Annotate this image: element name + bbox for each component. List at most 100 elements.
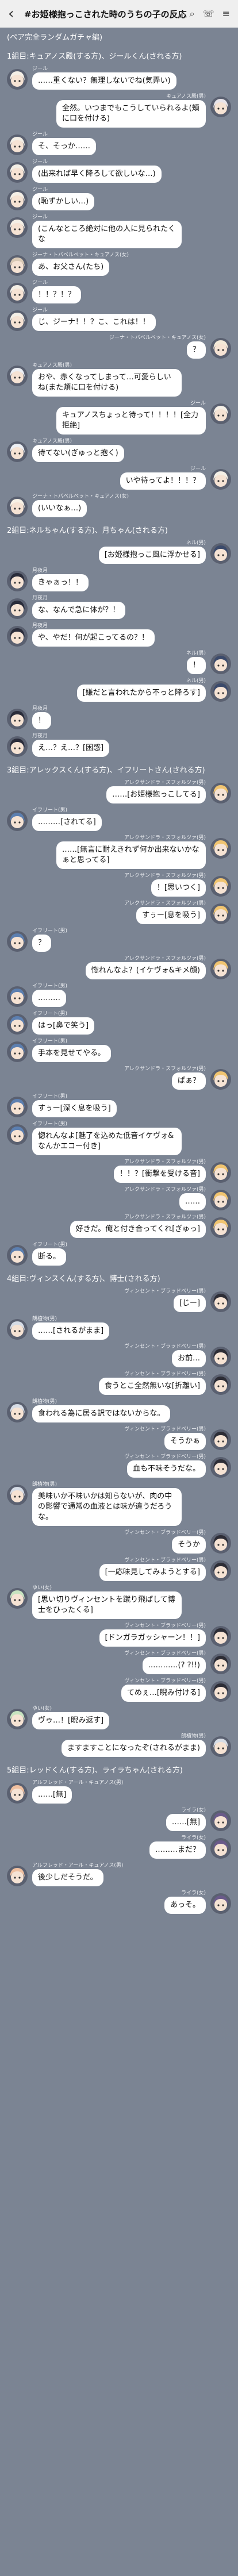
avatar[interactable] <box>210 838 231 859</box>
message-bubble[interactable]: ……重くない？無理しないでね(気弄い) <box>32 72 176 90</box>
message-bubble[interactable]: …………(? ?!!) <box>142 1657 206 1674</box>
message-bubble[interactable]: (こんなところ絶対に他の人に見られたくな <box>32 221 182 248</box>
message-bubble[interactable]: すぅー[息を吸う] <box>136 907 206 924</box>
avatar[interactable] <box>210 1533 231 1554</box>
message-bubble[interactable]: 血も不味そうだな。 <box>126 1460 206 1478</box>
avatar[interactable] <box>7 310 28 331</box>
message-bubble[interactable]: あ、お父さん(たち) <box>32 259 110 276</box>
message-bubble[interactable]: や、やだ！何が起こってるの？！ <box>32 629 155 647</box>
avatar[interactable] <box>210 1291 231 1312</box>
message-bubble[interactable]: [嫌だと言われたから不っと降ろす] <box>76 685 206 702</box>
chat-log[interactable]: (ペア完全ランダムガチャ編) 1組目:キュアノス殿(する方)、ジールくん(される方… <box>0 28 238 2576</box>
phone-icon[interactable]: ☏ <box>203 8 214 20</box>
avatar[interactable] <box>7 736 28 757</box>
avatar[interactable] <box>7 255 28 276</box>
message-bubble[interactable]: な、なんで急に体が？！ <box>32 602 126 619</box>
avatar[interactable] <box>7 441 28 462</box>
avatar[interactable] <box>7 1124 28 1145</box>
message-bubble[interactable]: いや待ってよ！！！？ <box>120 472 206 490</box>
message-bubble[interactable]: じ、ジーナ！！？こ、これは！！ <box>32 314 156 331</box>
message-bubble[interactable]: ……[お姫様抱っこしてる] <box>106 786 206 803</box>
avatar[interactable] <box>210 1838 231 1859</box>
avatar[interactable] <box>7 190 28 210</box>
message-bubble[interactable]: おや、赤くなってしまって…可愛らしいね(また頬に口を付ける) <box>32 369 182 397</box>
avatar[interactable] <box>210 959 231 979</box>
message-bubble[interactable]: ！[思いつく] <box>151 879 206 897</box>
message-bubble[interactable]: 手本を見せてやる。 <box>32 1045 112 1062</box>
avatar[interactable] <box>210 1681 231 1702</box>
menu-icon[interactable]: ≡ <box>222 8 230 20</box>
avatar[interactable] <box>210 1429 231 1450</box>
message-bubble[interactable]: 後少しだそうだ。 <box>32 1869 103 1886</box>
avatar[interactable] <box>210 1374 231 1395</box>
message-bubble[interactable]: 好きだ。俺と付き合ってくれ[ぎゅっ] <box>70 1221 206 1238</box>
avatar[interactable] <box>7 497 28 517</box>
avatar[interactable] <box>7 1245 28 1266</box>
avatar[interactable] <box>7 134 28 155</box>
message-bubble[interactable]: (出来れば早く降ろして欲しいな…) <box>32 166 162 183</box>
avatar[interactable] <box>210 403 231 424</box>
avatar[interactable] <box>7 810 28 831</box>
message-bubble[interactable]: (恥ずかしい…) <box>32 193 95 210</box>
avatar[interactable] <box>210 1560 231 1581</box>
avatar[interactable] <box>7 1014 28 1035</box>
avatar[interactable] <box>210 1654 231 1674</box>
avatar[interactable] <box>210 1162 231 1183</box>
avatar[interactable] <box>7 1402 28 1422</box>
message-bubble[interactable]: ？ <box>186 341 206 359</box>
message-bubble[interactable]: そうか <box>171 1536 206 1554</box>
message-bubble[interactable]: ますますことになったぞ(されるがまま) <box>61 1740 206 1757</box>
avatar[interactable] <box>7 709 28 729</box>
message-bubble[interactable]: そ、そっか…… <box>32 138 97 155</box>
avatar[interactable] <box>7 1041 28 1062</box>
message-bubble[interactable]: …… <box>179 1193 206 1210</box>
avatar[interactable] <box>7 1783 28 1804</box>
avatar[interactable] <box>210 1069 231 1090</box>
message-bubble[interactable]: [お姫様抱っこ風に浮かせる] <box>98 547 206 564</box>
message-bubble[interactable]: はっ[鼻で笑う] <box>32 1017 95 1035</box>
search-icon[interactable]: ⌕ <box>190 8 195 20</box>
message-bubble[interactable]: 待てない(ぎゅっと抱く) <box>32 445 124 462</box>
message-bubble[interactable]: ！！？！？ <box>32 286 82 303</box>
avatar[interactable] <box>7 1588 28 1609</box>
avatar[interactable] <box>210 1217 231 1238</box>
message-bubble[interactable]: ！ <box>186 657 206 674</box>
message-bubble[interactable]: そうかぁ <box>164 1433 206 1450</box>
message-bubble[interactable]: [ドンガラガッシャーン！！] <box>99 1629 206 1647</box>
message-bubble[interactable]: てめぇ…[睨み付ける] <box>121 1685 206 1702</box>
message-bubble[interactable]: キュアノスちょっと待って！！！！[全力拒絶] <box>56 407 206 435</box>
avatar[interactable] <box>7 626 28 647</box>
message-bubble[interactable]: 惚れんなよ？(イケヴォ&キメ顔) <box>85 962 206 979</box>
message-bubble[interactable]: ……[されるがまま] <box>32 1322 110 1340</box>
avatar[interactable] <box>7 598 28 619</box>
avatar[interactable] <box>7 162 28 183</box>
message-bubble[interactable]: ………[されてる] <box>32 814 102 831</box>
message-bubble[interactable]: ！！？[衝撃を受ける音] <box>113 1166 206 1183</box>
avatar[interactable] <box>210 1347 231 1367</box>
message-bubble[interactable]: ！ <box>32 712 52 729</box>
avatar[interactable] <box>210 876 231 897</box>
message-bubble[interactable]: え…？え…？[困惑] <box>32 740 110 757</box>
avatar[interactable] <box>7 571 28 591</box>
message-bubble[interactable]: 食うとこ全然無いな[折離い] <box>98 1378 206 1395</box>
avatar[interactable] <box>210 1810 231 1831</box>
message-bubble[interactable]: ？ <box>32 935 52 952</box>
message-bubble[interactable]: [じー] <box>173 1295 206 1312</box>
message-bubble[interactable]: [思い切りヴィンセントを蹴り飛ばして博士をひったくる] <box>32 1591 182 1619</box>
avatar[interactable] <box>7 283 28 303</box>
message-bubble[interactable]: 美味いか不味いかは知らないが、肉の中の影響で通常の血液とは味が違うだろうな。 <box>32 1488 182 1526</box>
message-bubble[interactable]: 全然。いつまでもこうしていられるよ(頬に口を付ける) <box>56 100 206 128</box>
back-chevron-left-icon[interactable]: ‹ <box>8 5 24 22</box>
avatar[interactable] <box>7 1866 28 1886</box>
message-bubble[interactable]: ……[無] <box>32 1786 72 1804</box>
avatar[interactable] <box>7 1319 28 1340</box>
avatar[interactable] <box>7 69 28 90</box>
message-bubble[interactable]: (いいなぁ…) <box>32 500 87 517</box>
avatar[interactable] <box>210 543 231 564</box>
avatar[interactable] <box>7 366 28 386</box>
avatar[interactable] <box>210 1626 231 1647</box>
message-bubble[interactable]: [一応味見してみようとする] <box>99 1564 206 1581</box>
message-bubble[interactable]: 断る。 <box>32 1248 67 1266</box>
avatar[interactable] <box>210 469 231 490</box>
avatar[interactable] <box>7 931 28 952</box>
